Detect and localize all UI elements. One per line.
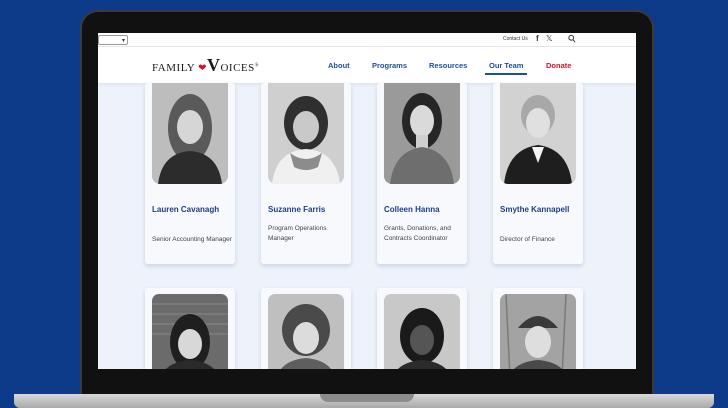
team-card[interactable]	[261, 288, 351, 369]
member-role: Program Operations Manager	[268, 225, 327, 242]
portrait-photo	[268, 294, 344, 369]
chevron-down-icon: ▾	[121, 38, 125, 44]
heart-icon: ❤	[198, 63, 207, 74]
nav-about[interactable]: About	[328, 61, 350, 70]
search-icon[interactable]	[568, 34, 576, 44]
portrait-photo	[152, 294, 228, 369]
laptop-notch	[320, 394, 414, 402]
portrait-photo	[268, 83, 344, 184]
team-card-smythe-kannapell[interactable]: Smythe Kannapell Director of Finance	[493, 83, 583, 264]
nav-donate[interactable]: Donate	[546, 61, 571, 70]
utility-bar: ▾ Contact Us f 𝕏	[98, 33, 636, 47]
active-nav-indicator	[485, 73, 527, 75]
x-icon[interactable]: 𝕏	[546, 34, 552, 43]
member-role: Grants, Donations, and Contracts Coordin…	[384, 225, 451, 242]
portrait-photo	[384, 83, 460, 184]
team-card-suzanne-farris[interactable]: Suzanne Farris Program Operations Manage…	[261, 83, 351, 264]
logo-word-family: FAMILY	[152, 62, 195, 74]
nav-resources[interactable]: Resources	[429, 61, 467, 70]
team-card[interactable]	[377, 288, 467, 369]
member-role: Senior Accounting Manager	[152, 236, 232, 243]
contact-us-link[interactable]: Contact Us	[503, 36, 528, 42]
member-name: Suzanne Farris	[268, 205, 326, 214]
portrait-photo	[500, 294, 576, 369]
member-role: Director of Finance	[500, 236, 555, 243]
portrait-photo	[152, 83, 228, 184]
member-name: Lauren Cavanagh	[152, 205, 220, 214]
facebook-icon[interactable]: f	[536, 34, 539, 43]
team-card-lauren-cavanagh[interactable]: Lauren Cavanagh Senior Accounting Manage…	[145, 83, 235, 264]
team-card[interactable]	[145, 288, 235, 369]
language-select[interactable]: ▾	[98, 35, 128, 45]
team-card[interactable]	[493, 288, 583, 369]
nav-our-team[interactable]: Our Team	[489, 61, 523, 70]
nav-programs[interactable]: Programs	[372, 61, 407, 70]
member-name: Smythe Kannapell	[500, 205, 570, 214]
team-card-colleen-hanna[interactable]: Colleen Hanna Grants, Donations, and Con…	[377, 83, 467, 264]
member-name: Colleen Hanna	[384, 205, 440, 214]
portrait-photo	[384, 294, 460, 369]
registered-mark: ®	[254, 63, 260, 69]
browser-screen: ▾ Contact Us f 𝕏 FAMILY ❤VOICES® About P…	[98, 33, 636, 369]
portrait-photo	[500, 83, 576, 184]
main-navigation: FAMILY ❤VOICES® About Programs Resources…	[98, 47, 636, 83]
family-voices-logo[interactable]: FAMILY ❤VOICES®	[152, 55, 259, 76]
logo-word-oices: OICES	[220, 62, 255, 74]
